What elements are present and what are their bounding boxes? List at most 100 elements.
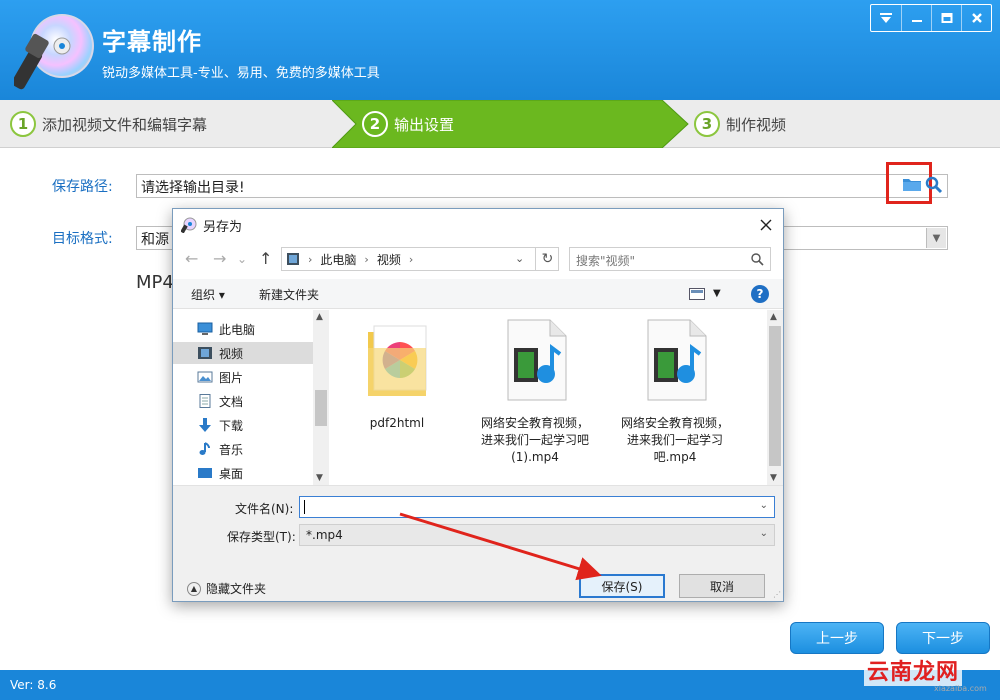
tree-item-documents[interactable]: 文档 (173, 390, 313, 412)
window-controls (870, 4, 992, 32)
scroll-up-icon[interactable]: ▲ (770, 312, 777, 322)
menu-icon[interactable] (871, 5, 901, 31)
organize-menu[interactable]: 组织 ▾ (191, 286, 225, 303)
cancel-button[interactable]: 取消 (679, 574, 765, 598)
step-1-number: 1 (10, 111, 36, 137)
tree-scrollbar-thumb[interactable] (315, 390, 327, 426)
desktop-icon (198, 468, 212, 478)
view-options-icon[interactable] (689, 288, 705, 300)
filetype-select[interactable]: *.mp4 ⌄ (299, 524, 775, 546)
dialog-title: 另存为 (203, 219, 243, 235)
tree-item-desktop[interactable]: 桌面 (173, 462, 313, 484)
save-button[interactable]: 保存(S) (579, 574, 665, 598)
scroll-down-icon[interactable]: ▼ (316, 473, 323, 483)
resize-grip-icon[interactable]: ⋰ (773, 590, 781, 599)
filename-input[interactable]: ⌄ (299, 496, 775, 518)
tree-scrollbar[interactable]: ▲ ▼ (313, 310, 329, 485)
computer-icon (197, 322, 213, 335)
folder-icon (368, 325, 427, 396)
forward-arrow-icon[interactable]: → (213, 249, 226, 268)
breadcrumb-separator: › (308, 252, 313, 266)
version-text: Ver: 8.6 (10, 678, 57, 692)
save-as-dialog: 另存为 ← → ⌄ ↑ › 此电脑 › 视频 › ⌄ ↻ 搜索"视频" 组织 ▾ (172, 208, 784, 602)
filetype-label: 保存类型(T): (227, 530, 296, 544)
up-arrow-icon[interactable]: ↑ (259, 249, 272, 268)
step-1: 1 添加视频文件和编辑字幕 (10, 100, 207, 148)
step-3-number: 3 (694, 111, 720, 137)
file-list-scrollbar-thumb[interactable] (769, 326, 781, 466)
tree-item-label: 文档 (219, 394, 244, 409)
breadcrumb-separator: › (408, 252, 414, 266)
dialog-titlebar: 另存为 (173, 209, 783, 241)
file-item-video[interactable]: 网络安全教育视频，进来我们一起学习吧.mp4 (617, 318, 733, 466)
app-logo-icon (14, 14, 94, 90)
format-name-text: MP4 (136, 272, 174, 293)
file-name: 网络安全教育视频，进来我们一起学习吧(1).mp4 (480, 416, 589, 464)
video-folder-icon (287, 253, 299, 265)
watermark-subtext: xiazaiba.com (934, 684, 987, 693)
new-folder-button[interactable]: 新建文件夹 (259, 286, 319, 303)
app-subtitle: 锐动多媒体工具-专业、易用、免费的多媒体工具 (102, 66, 380, 81)
close-icon[interactable] (961, 5, 991, 31)
breadcrumb-separator: › (364, 252, 369, 266)
chevron-down-icon[interactable]: ▼ (926, 228, 946, 248)
tree-item-music[interactable]: 音乐 (173, 438, 313, 460)
tree-item-label: 下载 (219, 418, 244, 433)
file-item-folder[interactable]: pdf2html (339, 318, 455, 432)
breadcrumb-item-this-pc[interactable]: 此电脑 (320, 251, 356, 268)
step-3-label: 制作视频 (726, 115, 787, 134)
scroll-up-icon[interactable]: ▲ (316, 312, 323, 322)
search-icon (751, 253, 764, 266)
status-bar: Ver: 8.6 (0, 670, 1000, 700)
file-item-video[interactable]: 网络安全教育视频，进来我们一起学习吧(1).mp4 (477, 318, 593, 466)
chevron-down-icon[interactable]: ⌄ (760, 528, 768, 539)
search-icon[interactable] (925, 176, 943, 194)
tree-item-videos[interactable]: 视频 (173, 342, 313, 364)
app-title: 字幕制作 (102, 28, 202, 56)
tree-item-downloads[interactable]: 下载 (173, 414, 313, 436)
next-step-button[interactable]: 下一步 (896, 622, 990, 654)
file-list-scrollbar[interactable]: ▲ ▼ (767, 310, 783, 485)
folder-browse-icon[interactable] (903, 177, 921, 191)
watermark-text: 云南龙网 (864, 654, 963, 686)
navigation-pane: 此电脑 视频 图片 文档 下载 音乐 桌面 ▲ ▼ (173, 310, 329, 485)
dialog-bottom-panel: 文件名(N): ⌄ 保存类型(T): *.mp4 ⌄ ▲ 隐藏文件夹 保存(S)… (173, 485, 783, 601)
breadcrumb-item-videos[interactable]: 视频 (377, 251, 401, 268)
target-format-label: 目标格式: (52, 231, 113, 247)
app-header: 字幕制作 锐动多媒体工具-专业、易用、免费的多媒体工具 (0, 0, 1000, 100)
step-2-label: 输出设置 (394, 115, 455, 134)
pictures-icon (197, 371, 213, 383)
music-icon (199, 442, 210, 455)
tree-item-label: 音乐 (219, 442, 244, 457)
hide-folders-toggle[interactable]: ▲ 隐藏文件夹 (187, 580, 266, 597)
step-2-number: 2 (362, 111, 388, 137)
view-dropdown-icon[interactable]: ▼ (713, 288, 721, 299)
tree-item-label: 桌面 (219, 466, 244, 481)
help-icon[interactable]: ? (751, 285, 769, 303)
maximize-icon[interactable] (931, 5, 961, 31)
dialog-close-icon[interactable] (755, 215, 777, 235)
filetype-value: *.mp4 (306, 528, 343, 542)
scroll-down-icon[interactable]: ▼ (770, 473, 777, 483)
tree-item-this-pc[interactable]: 此电脑 (173, 318, 313, 340)
save-path-label: 保存路径: (52, 179, 113, 195)
tree-item-pictures[interactable]: 图片 (173, 366, 313, 388)
refresh-icon[interactable]: ↻ (535, 247, 559, 271)
step-1-label: 添加视频文件和编辑字幕 (42, 115, 208, 134)
save-path-input[interactable]: 请选择输出目录! (136, 174, 948, 198)
chevron-down-icon[interactable]: ⌄ (760, 500, 768, 511)
documents-icon (199, 394, 211, 408)
address-dropdown-icon[interactable]: ⌄ (515, 252, 524, 265)
dialog-search-input[interactable]: 搜索"视频" (569, 247, 771, 271)
hide-folders-label: 隐藏文件夹 (206, 582, 267, 596)
step-3: 3 制作视频 (694, 100, 786, 148)
video-file-icon (507, 319, 567, 401)
minimize-icon[interactable] (901, 5, 931, 31)
chevron-up-icon: ▲ (187, 581, 201, 596)
download-icon (199, 418, 211, 432)
filename-label: 文件名(N): (235, 502, 294, 516)
back-arrow-icon[interactable]: ← (185, 249, 198, 268)
recent-dropdown-icon[interactable]: ⌄ (237, 252, 247, 266)
tree-item-label: 此电脑 (219, 322, 256, 337)
previous-step-button[interactable]: 上一步 (790, 622, 884, 654)
